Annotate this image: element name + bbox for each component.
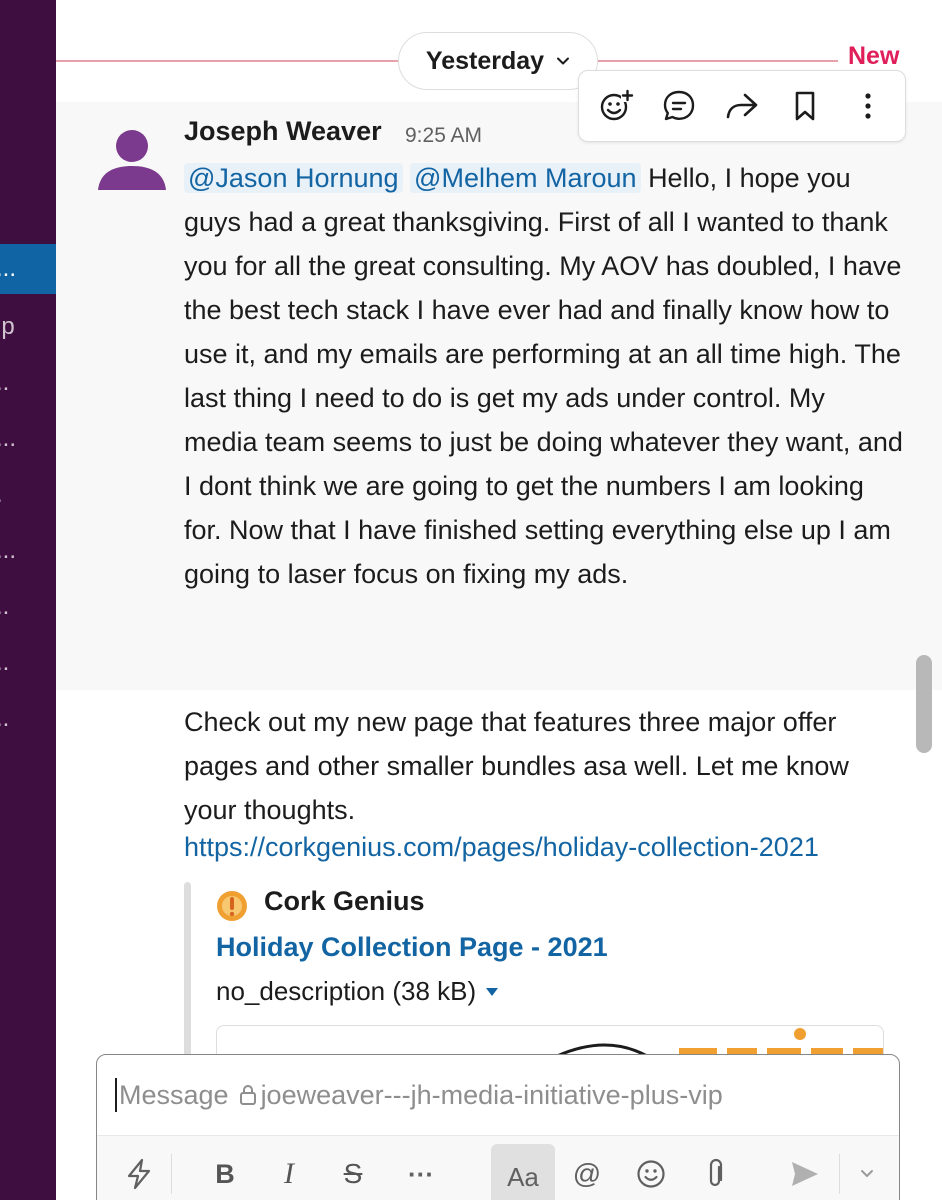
sidebar-item-label: ... — [0, 255, 17, 282]
send-options-button[interactable] — [843, 1146, 891, 1200]
bold-button[interactable]: B — [197, 1146, 253, 1200]
sidebar-item-label: ... — [0, 537, 17, 564]
scrollbar-thumb[interactable] — [916, 655, 932, 753]
attachment-site-name: Cork Genius — [264, 886, 425, 916]
channel-name-placeholder: joeweaver---jh-media-initiative-plus-vip — [260, 1079, 723, 1110]
more-formatting-label: ··· — [408, 1158, 434, 1189]
message-body: @Jason Hornung @Melhem Maroun Hello, I h… — [184, 156, 904, 596]
sidebar-item-label: .. — [0, 705, 10, 732]
save-for-later-button[interactable] — [781, 82, 829, 130]
add-reaction-icon — [601, 89, 635, 121]
send-icon — [792, 1162, 818, 1186]
user-mention[interactable]: @Melhem Maroun — [410, 163, 641, 193]
share-message-icon — [726, 93, 758, 119]
message-placeholder: Message — [119, 1079, 229, 1110]
date-divider-button[interactable]: Yesterday — [398, 32, 598, 90]
date-divider-label: Yesterday — [425, 46, 545, 75]
sidebar-channel-item[interactable]: ... — [0, 244, 56, 294]
italic-button[interactable]: I — [261, 1146, 317, 1200]
sidebar-channel-item[interactable]: ... — [0, 414, 56, 464]
format-toggle-button[interactable]: Aa — [491, 1144, 555, 1200]
sidebar-item-label: ip — [0, 313, 15, 340]
bold-label: B — [215, 1158, 235, 1189]
sidebar-item-label: .. — [0, 369, 10, 396]
user-mention[interactable]: @Jason Hornung — [184, 163, 403, 193]
message-text: Check out my new page that features thre… — [184, 707, 849, 825]
workspace-sidebar: ... ip .. ... . ... .. .. .. — [0, 0, 56, 1200]
italic-label: I — [284, 1157, 294, 1190]
sidebar-channel-item[interactable]: ... — [0, 526, 56, 576]
composer-toolbar: B I S ··· Aa @ — [97, 1135, 899, 1200]
reply-in-thread-icon — [663, 90, 695, 121]
new-messages-label: New — [848, 42, 900, 70]
new-messages-line — [598, 60, 838, 62]
emoji-button[interactable] — [623, 1146, 679, 1200]
mention-label: @ — [572, 1158, 602, 1189]
more-actions-icon — [864, 93, 871, 119]
strikethrough-label: S — [343, 1158, 363, 1189]
lightning-icon — [127, 1158, 151, 1190]
message-actions-toolbar — [578, 70, 906, 142]
sidebar-channel-item[interactable]: . — [0, 470, 56, 520]
attachment-file-description: no_description (38 kB) — [216, 976, 477, 1006]
more-actions-button[interactable] — [844, 82, 892, 130]
chevron-down-icon — [557, 57, 570, 65]
shortcuts-button[interactable] — [111, 1146, 167, 1200]
text-cursor — [115, 1078, 117, 1112]
emoji-icon — [637, 1160, 665, 1188]
toolbar-separator — [171, 1154, 172, 1194]
new-messages-line — [56, 60, 398, 62]
paperclip-icon — [709, 1158, 723, 1187]
more-formatting-button[interactable]: ··· — [393, 1146, 449, 1200]
message-body-continued: Check out my new page that features thre… — [184, 700, 904, 832]
sidebar-item-label: . — [0, 470, 3, 520]
sidebar-item-label: ... — [0, 425, 17, 452]
site-favicon-icon — [217, 891, 247, 921]
add-reaction-button[interactable] — [592, 82, 640, 130]
message-input[interactable]: Message joeweaver---jh-media-initiative-… — [97, 1055, 899, 1135]
sidebar-channel-item[interactable]: .. — [0, 694, 56, 744]
message-composer: Message joeweaver---jh-media-initiative-… — [96, 1054, 900, 1200]
strikethrough-button[interactable]: S — [325, 1146, 381, 1200]
reply-in-thread-button[interactable] — [655, 82, 703, 130]
attachment-file-toggle[interactable]: no_description (38 kB) — [216, 976, 499, 1007]
attachment-title-link[interactable]: Holiday Collection Page - 2021 — [216, 932, 608, 963]
chevron-down-icon — [861, 1170, 873, 1178]
toolbar-separator — [839, 1154, 840, 1194]
message-link[interactable]: https://corkgenius.com/pages/holiday-col… — [184, 832, 819, 863]
format-toggle-label: Aa — [507, 1161, 539, 1192]
sidebar-item-label: .. — [0, 593, 10, 620]
mention-button[interactable]: @ — [559, 1146, 615, 1200]
lock-icon — [239, 1085, 256, 1105]
sidebar-channel-item[interactable]: ip — [0, 302, 56, 352]
send-button[interactable] — [777, 1146, 833, 1200]
sidebar-channel-item[interactable]: .. — [0, 638, 56, 688]
attachment-border — [184, 882, 191, 1062]
user-avatar-icon[interactable] — [96, 128, 168, 192]
sidebar-channel-item[interactable]: .. — [0, 358, 56, 408]
message-author[interactable]: Joseph Weaver — [184, 116, 382, 147]
caret-down-icon — [486, 987, 499, 996]
share-message-button[interactable] — [718, 82, 766, 130]
bookmark-icon — [795, 91, 815, 121]
sidebar-channel-item[interactable]: .. — [0, 582, 56, 632]
message-timestamp[interactable]: 9:25 AM — [405, 124, 482, 148]
message-text: Hello, I hope you guys had a great thank… — [184, 163, 903, 589]
attach-file-button[interactable] — [687, 1146, 743, 1200]
sidebar-item-label: .. — [0, 649, 10, 676]
